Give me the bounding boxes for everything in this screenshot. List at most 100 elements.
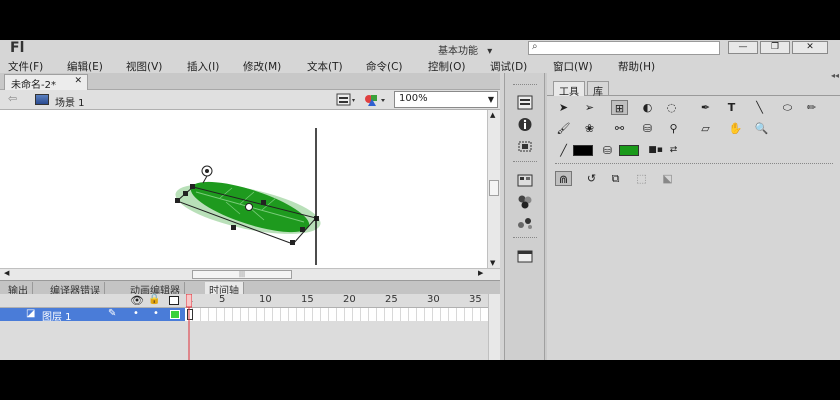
menu-view[interactable]: 视图(V) [126,59,162,74]
swap-colors-icon[interactable]: ⇄ [665,143,682,158]
envelope-icon[interactable]: ⬕ [659,171,676,186]
strip-grip[interactable] [513,161,537,164]
pen-icon[interactable]: ✒ [697,100,714,115]
workspace-label: 基本功能 [438,46,478,57]
timeline-scrollbar[interactable] [488,294,500,360]
layer-1-row[interactable]: ◪ 图层 1 ✎ • • [0,308,185,323]
minimize-button[interactable]: — [728,41,758,54]
zoom-dropdown[interactable]: 100% ▼ [394,91,498,108]
eyedropper-icon[interactable]: ⚲ [665,121,682,136]
stroke-color-icon: ╱ [560,144,567,157]
transform-center-point[interactable] [245,203,253,211]
strip-grip[interactable] [513,84,537,87]
scroll-left-icon[interactable]: ◀ [4,269,9,277]
fill-color-swatch[interactable] [619,145,639,156]
rotate-skew-icon[interactable]: ↺ [583,171,600,186]
distort-icon[interactable]: ⬚ [633,171,650,186]
tab-library[interactable]: 库 [587,81,609,98]
paint-bucket-icon[interactable]: ⛁ [639,121,656,136]
swatches-icon[interactable] [516,194,534,209]
pencil-icon: ✎ [108,308,117,319]
menu-insert[interactable]: 插入(I) [187,59,219,74]
stage-horizontal-scrollbar[interactable]: ◀ ||| ▶ [0,268,500,280]
black-white-icon[interactable]: ■▪ [647,143,664,158]
close-tab-icon[interactable]: ✕ [74,76,82,86]
hand-icon[interactable]: ✋ [727,121,744,136]
strip-grip[interactable] [513,237,537,240]
menu-control[interactable]: 控制(O) [428,59,465,74]
menu-file[interactable]: 文件(F) [8,59,43,74]
scale-icon[interactable]: ⧉ [607,171,624,186]
playhead[interactable] [186,294,192,360]
title-bar: Fl 基本功能 ▾ ⌕ — ❐ ✕ [0,40,840,57]
outline-icon[interactable] [169,296,179,305]
components-icon[interactable] [516,215,534,230]
stage-vertical-scrollbar[interactable]: ▲ ▼ [487,110,500,268]
help-search-input[interactable]: ⌕ [528,41,720,55]
pencil-icon[interactable]: ✏ [803,100,820,115]
menu-modify[interactable]: 修改(M) [243,59,281,74]
visibility-dot-icon[interactable]: • [133,308,139,319]
eraser-icon[interactable]: ▱ [697,121,714,136]
collapse-icon[interactable]: ◂◂ [831,71,839,80]
line-icon[interactable]: ╲ [751,100,768,115]
zoom-value: 100% [399,93,428,104]
scroll-down-icon[interactable]: ▼ [490,259,495,267]
tools-divider [555,163,833,166]
scroll-up-icon[interactable]: ▲ [490,111,495,119]
layer-icon: ◪ [26,308,36,319]
brush-icon[interactable]: 🖌 [555,121,572,136]
menu-debug[interactable]: 调试(D) [490,59,527,74]
close-button[interactable]: ✕ [792,41,828,54]
document-tab-bar: 未命名-2* ✕ [0,73,500,91]
tools-panel: ◂◂ 工具 库 ➤ ➢ ⊞ ◐ ◌ ✒ T ╲ ⬭ ✏ 🖌 ❀ ⚯ ⛁ ⚲ ▱ … [547,71,840,360]
scene-icon [35,94,49,105]
motion-presets-icon[interactable] [516,249,534,264]
frame-ruler[interactable]: 1 5 10 15 20 25 30 35 [187,294,490,308]
edit-scene-icon[interactable] [336,93,356,107]
edit-symbols-icon[interactable] [364,93,386,107]
workspace-switcher[interactable]: 基本功能 ▾ [438,42,492,57]
lock-dot-icon[interactable]: • [153,308,159,319]
3d-rotation-icon[interactable]: ◐ [639,100,656,115]
deco-icon[interactable]: ❀ [581,121,598,136]
align-icon[interactable] [516,139,534,154]
free-transform-icon[interactable]: ⊞ [611,100,628,115]
text-icon[interactable]: T [723,100,740,115]
menu-edit[interactable]: 编辑(E) [67,59,103,74]
color-icon[interactable] [516,173,534,188]
tools-panel-tabs: 工具 库 [547,81,840,98]
app-logo: Fl [10,40,25,56]
scroll-right-icon[interactable]: ▶ [478,269,483,277]
back-arrow-icon[interactable]: ⇦ [8,92,17,105]
selection-icon[interactable]: ➤ [555,100,572,115]
stroke-color-swatch[interactable] [573,145,593,156]
scroll-thumb[interactable] [489,180,499,196]
snap-to-objects-icon[interactable]: ⋒ [555,171,572,186]
menu-window[interactable]: 窗口(W) [553,59,593,74]
oval-icon[interactable]: ⬭ [779,100,796,115]
frame-number: 25 [385,294,398,305]
info-icon[interactable] [516,117,534,132]
zoom-icon[interactable]: 🔍 [753,121,770,136]
restore-button[interactable]: ❐ [760,41,790,54]
properties-icon[interactable] [516,95,534,110]
stage-canvas[interactable] [0,110,487,268]
layer-color-swatch[interactable] [170,310,180,319]
lasso-icon[interactable]: ◌ [663,100,680,115]
timeline-layer-row[interactable]: ◪ 图层 1 ✎ • • [0,308,500,323]
scroll-thumb[interactable]: ||| [192,270,292,279]
timeline-header: 👁 🔒 1 5 10 15 20 25 30 35 [0,294,500,308]
tab-tools[interactable]: 工具 [553,81,585,98]
subselection-icon[interactable]: ➢ [581,100,598,115]
menu-bar: 文件(F) 编辑(E) 视图(V) 插入(I) 修改(M) 文本(T) 命令(C… [0,57,840,73]
document-tab[interactable]: 未命名-2* ✕ [4,74,88,91]
frame-number: 20 [343,294,356,305]
eye-icon[interactable]: 👁 [130,294,144,307]
bone-icon[interactable]: ⚯ [611,121,628,136]
menu-commands[interactable]: 命令(C) [366,59,403,74]
frames-area[interactable] [185,308,488,321]
menu-text[interactable]: 文本(T) [307,59,343,74]
lock-icon[interactable]: 🔒 [148,294,160,305]
menu-help[interactable]: 帮助(H) [618,59,655,74]
